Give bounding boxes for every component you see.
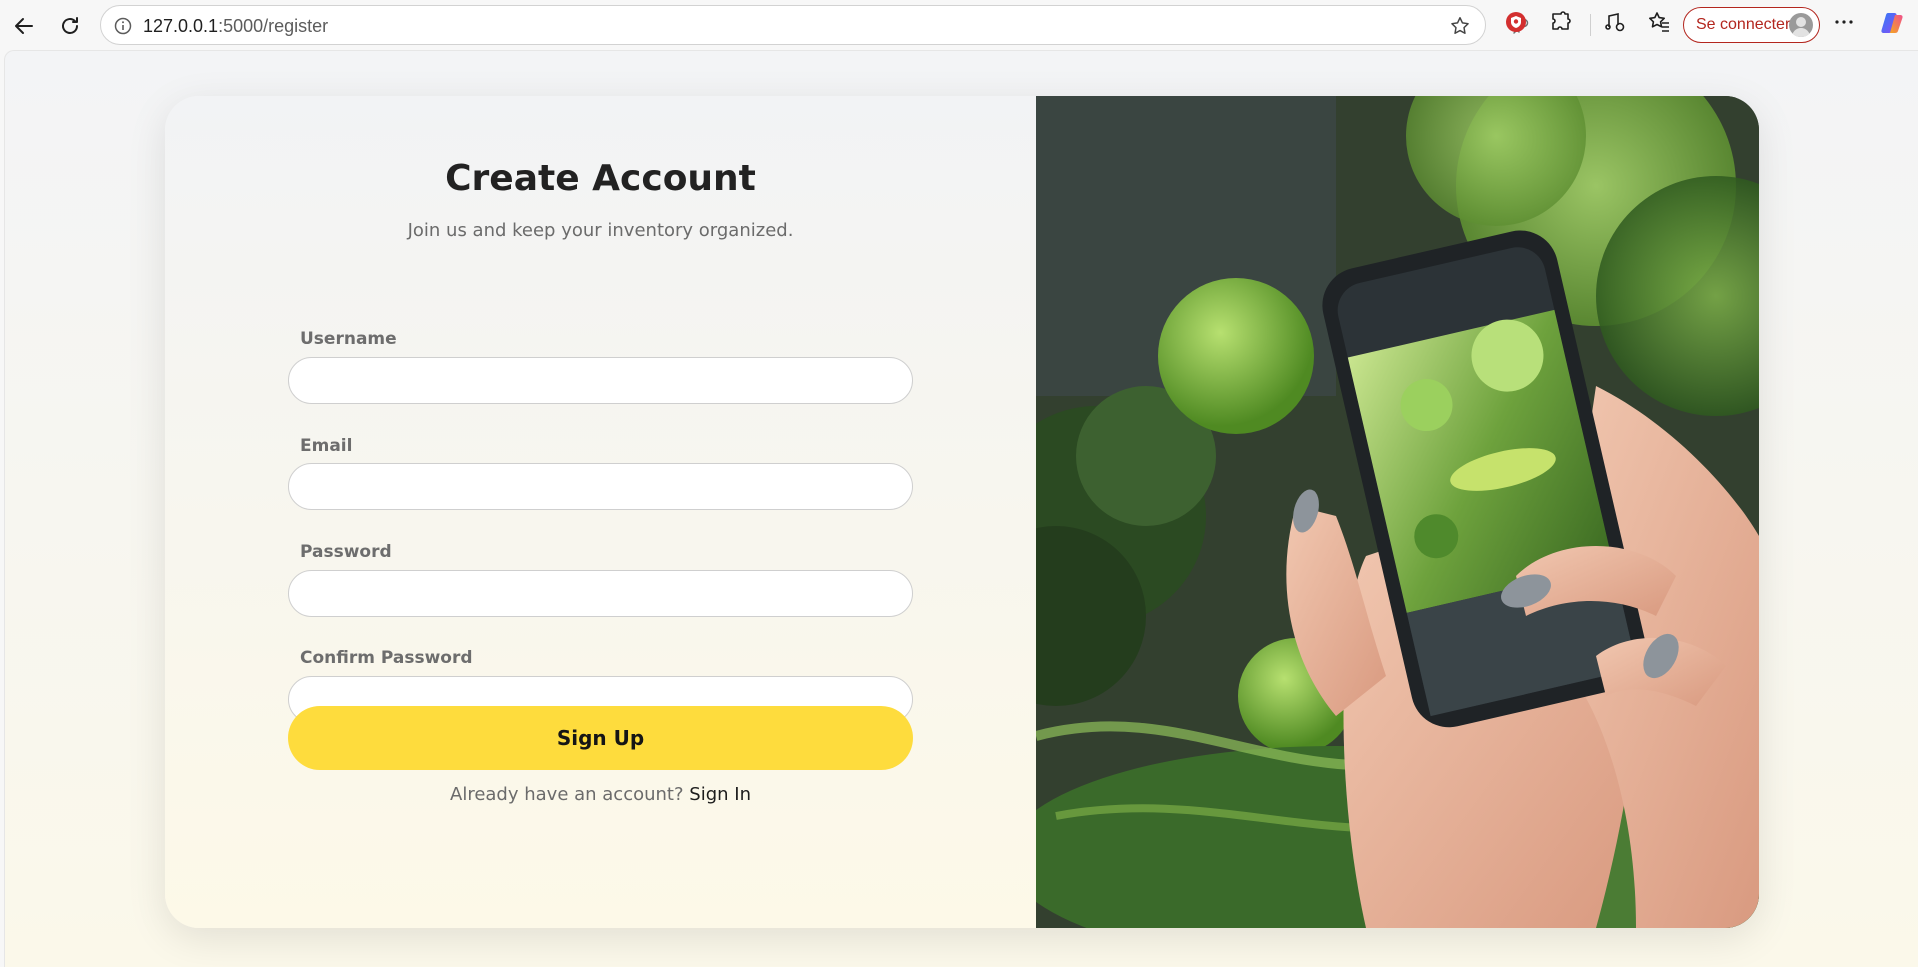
- avatar: [1789, 13, 1813, 37]
- password-field[interactable]: [288, 570, 913, 617]
- more-icon[interactable]: [1832, 10, 1856, 34]
- register-card: Create Account Join us and keep your inv…: [165, 96, 1759, 928]
- address-bar[interactable]: 127.0.0.1:5000/register: [100, 5, 1529, 45]
- page-subtitle: Join us and keep your inventory organize…: [407, 220, 794, 241]
- copilot-icon[interactable]: [1879, 10, 1903, 34]
- email-field[interactable]: [288, 463, 913, 510]
- page-viewport: Create Account Join us and keep your inv…: [4, 50, 1918, 967]
- star-icon[interactable]: [1449, 15, 1471, 41]
- password-label: Password: [300, 542, 392, 562]
- confirm-password-label: Confirm Password: [300, 648, 473, 668]
- media-control-icon[interactable]: [1603, 10, 1627, 34]
- signin-label: Se connecter: [1696, 16, 1791, 33]
- back-arrow-icon: [15, 18, 33, 34]
- username-label: Username: [300, 329, 397, 349]
- refresh-icon: [62, 17, 78, 34]
- info-icon[interactable]: [113, 16, 133, 40]
- email-label: Email: [300, 436, 353, 456]
- page-title: Create Account: [445, 158, 756, 199]
- refresh-button[interactable]: [54, 10, 86, 42]
- favorites-icon[interactable]: [1647, 10, 1671, 34]
- hero-photo: [1036, 96, 1759, 928]
- sign-in-link[interactable]: Sign In: [689, 784, 751, 805]
- url-text: 127.0.0.1:5000/register: [143, 16, 329, 36]
- vegetables-phone-illustration: [1036, 96, 1759, 928]
- username-field[interactable]: [288, 357, 913, 404]
- toolbar-divider: [1590, 14, 1591, 36]
- back-button[interactable]: [8, 10, 40, 42]
- shield-extension-icon[interactable]: [1504, 10, 1528, 34]
- puzzle-icon[interactable]: [1549, 10, 1573, 34]
- browser-toolbar: 127.0.0.1:5000/register Se connecter: [0, 0, 1918, 50]
- signin-prompt-text: Already have an account?: [450, 784, 684, 805]
- sign-up-button[interactable]: Sign Up: [288, 706, 913, 770]
- register-form: Create Account Join us and keep your inv…: [165, 96, 1036, 928]
- profile-signin-button[interactable]: Se connecter: [1683, 7, 1820, 43]
- signin-prompt: Already have an account? Sign In: [165, 784, 1036, 805]
